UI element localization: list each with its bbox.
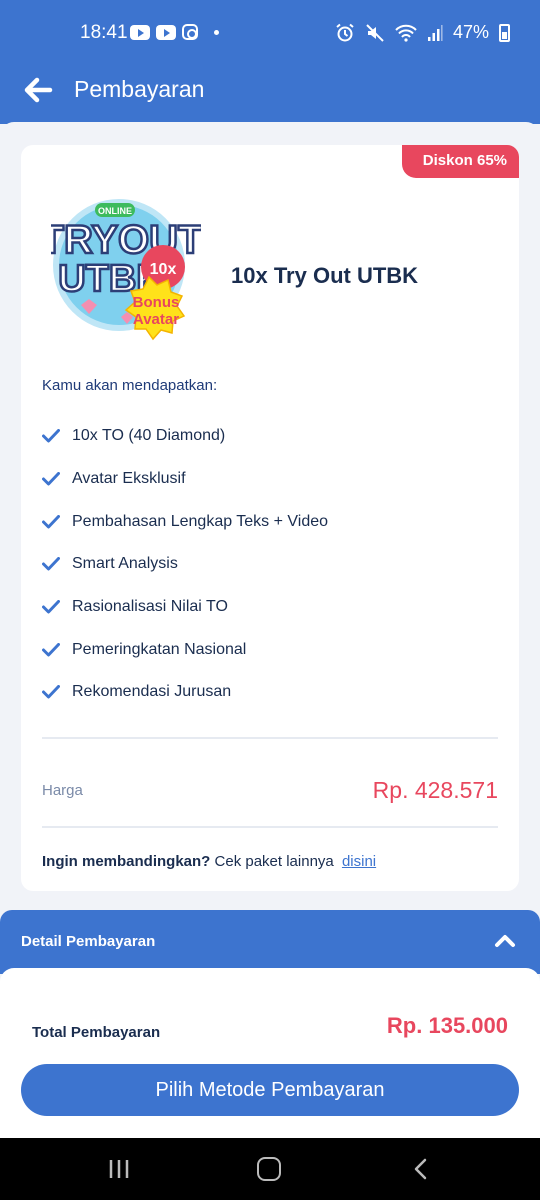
system-icons: 47% <box>335 22 510 43</box>
benefit-label: Rekomendasi Jurusan <box>72 683 232 701</box>
checkmark-icon <box>42 685 60 699</box>
back-icon[interactable] <box>410 1158 432 1180</box>
choose-payment-method-button[interactable]: Pilih Metode Pembayaran <box>21 1064 519 1116</box>
battery-percentage: 47% <box>452 22 489 42</box>
status-bar: 18:41 47% <box>0 0 540 66</box>
divider <box>42 737 498 739</box>
system-navigation-bar <box>0 1138 540 1200</box>
package-name: 10x Try Out UTBK <box>231 263 419 288</box>
compare-text: Cek paket lainnya <box>214 853 334 870</box>
compare-link[interactable]: disini <box>342 853 376 870</box>
payment-detail-label: Detail Pembayaran <box>21 933 156 950</box>
compare-prompt: Ingin membandingkan? Cek paket lainnya d… <box>42 853 376 870</box>
package-card: Diskon 65% ONLINE TRYOUT UTBK 10x Bonus … <box>21 145 519 891</box>
checkmark-icon <box>42 514 60 529</box>
benefit-label: Smart Analysis <box>72 555 178 573</box>
price-label: Harga <box>42 782 83 799</box>
youtube-icon <box>156 24 176 40</box>
benefit-item: Smart Analysis <box>42 543 328 586</box>
benefit-label: Pemeringkatan Nasional <box>72 640 247 658</box>
benefit-item: 10x TO (40 Diamond) <box>42 415 328 458</box>
instagram-icon <box>182 24 198 40</box>
payment-summary: Total Pembayaran Rp. 135.000 Pilih Metod… <box>0 968 540 1138</box>
benefit-item: Rekomendasi Jurusan <box>42 671 328 714</box>
recent-apps-icon[interactable] <box>108 1159 130 1179</box>
home-icon[interactable] <box>257 1157 281 1181</box>
checkmark-icon <box>42 600 60 614</box>
payment-detail-toggle[interactable]: Detail Pembayaran <box>0 910 540 974</box>
signal-icon <box>427 24 443 41</box>
notification-icons <box>130 24 219 40</box>
chevron-up-icon[interactable] <box>494 932 516 948</box>
divider <box>42 826 498 828</box>
checkmark-icon <box>42 642 60 657</box>
checkmark-icon <box>42 472 60 486</box>
wifi-icon <box>395 24 417 42</box>
benefit-label: Pembahasan Lengkap Teks + Video <box>72 512 329 530</box>
logo-avatar: Avatar <box>133 311 179 328</box>
app-header: Pembayaran <box>0 66 540 124</box>
benefit-label: Rasionalisasi Nilai TO <box>72 598 228 616</box>
original-price: Rp. 428.571 <box>372 777 498 803</box>
logo-count: 10x <box>150 261 177 278</box>
checkmark-icon <box>42 429 60 443</box>
checkmark-icon <box>42 557 60 571</box>
total-label: Total Pembayaran <box>32 1024 161 1041</box>
benefit-item: Avatar Eksklusif <box>42 458 328 501</box>
benefit-item: Pembahasan Lengkap Teks + Video <box>42 500 328 543</box>
more-notifications-dot <box>214 29 219 35</box>
logo-online: ONLINE <box>98 206 132 216</box>
benefit-item: Rasionalisasi Nilai TO <box>42 586 328 629</box>
page-title: Pembayaran <box>74 76 205 102</box>
compare-question: Ingin membandingkan? <box>42 853 211 870</box>
benefit-list: 10x TO (40 Diamond) Avatar Eksklusif Pem… <box>42 415 328 714</box>
battery-icon <box>499 23 510 42</box>
total-amount: Rp. 135.000 <box>386 1013 508 1038</box>
arrow-left-icon[interactable] <box>22 74 54 106</box>
status-time: 18:41 <box>80 22 128 43</box>
mute-icon <box>366 23 384 42</box>
discount-badge: Diskon 65% <box>401 145 519 178</box>
benefit-label: 10x TO (40 Diamond) <box>72 427 226 445</box>
alarm-icon <box>336 23 354 41</box>
benefits-title: Kamu akan mendapatkan: <box>42 377 218 394</box>
benefit-label: Avatar Eksklusif <box>72 470 186 488</box>
logo-bonus: Bonus <box>133 294 180 311</box>
tryout-utbk-logo: ONLINE TRYOUT UTBK 10x Bonus Avatar <box>51 199 201 341</box>
youtube-icon <box>130 24 150 40</box>
benefit-item: Pemeringkatan Nasional <box>42 628 328 671</box>
